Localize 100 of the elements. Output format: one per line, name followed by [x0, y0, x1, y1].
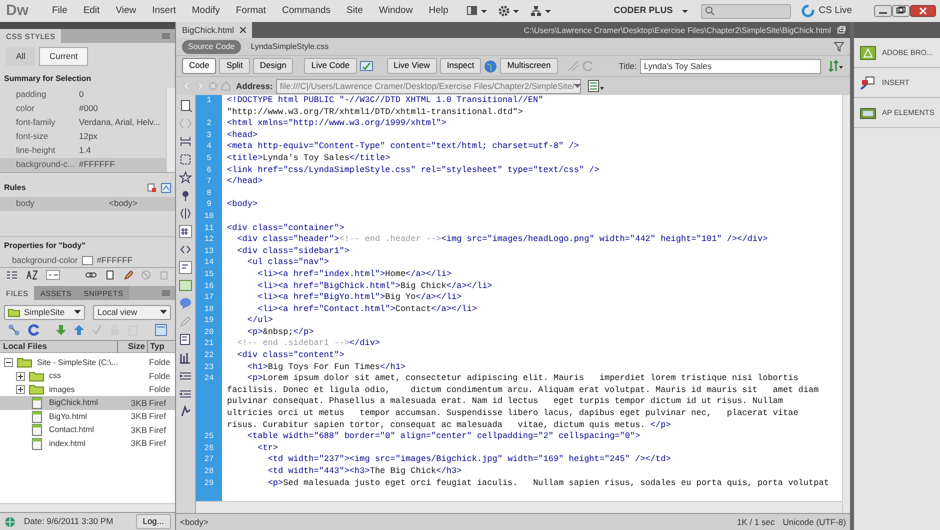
- file-tree-row[interactable]: BigChick.html 3KB Firef: [0, 396, 175, 410]
- star-icon[interactable]: [179, 171, 192, 184]
- caret-icon[interactable]: [680, 7, 689, 15]
- line-number: 3: [206, 130, 212, 142]
- rule-row[interactable]: body <body>: [0, 196, 175, 211]
- code-line: <title>Lynda's Toy Sales</title>: [227, 152, 390, 165]
- file-tree-row[interactable]: images Folde: [0, 382, 175, 396]
- file-tree-row[interactable]: BigYo.html 3KB Firef: [0, 410, 175, 424]
- menu-item[interactable]: Help: [420, 4, 456, 18]
- expander-icon[interactable]: [16, 385, 25, 394]
- options-icon[interactable]: [588, 80, 604, 92]
- live-view-button[interactable]: Live View: [386, 58, 437, 74]
- gear-icon[interactable]: [498, 5, 520, 17]
- restore-icon[interactable]: [892, 5, 910, 17]
- minimize-icon[interactable]: [874, 5, 892, 17]
- menu-item[interactable]: Commands: [274, 4, 339, 18]
- property-row[interactable]: font-family Verdana, Arial, Helv...: [0, 116, 166, 130]
- document-icon[interactable]: [179, 99, 192, 112]
- document-tab[interactable]: BigChick.html: [176, 22, 252, 38]
- property-row[interactable]: font-size 12px: [0, 130, 166, 144]
- close-icon[interactable]: [910, 5, 936, 17]
- title-label: Title:: [618, 60, 637, 72]
- scrollbar[interactable]: [166, 88, 175, 172]
- image-icon[interactable]: [179, 279, 192, 292]
- menu-item[interactable]: Format: [228, 4, 274, 18]
- cs-live-button[interactable]: CS Live: [814, 4, 860, 18]
- layout-icon[interactable]: [466, 5, 488, 17]
- panel-menu-icon[interactable]: [161, 32, 171, 40]
- link-icon[interactable]: [85, 270, 97, 280]
- related-file-tab[interactable]: Source Code: [182, 40, 241, 54]
- angle-brackets-icon[interactable]: [179, 243, 192, 256]
- property-row[interactable]: color #000: [0, 102, 166, 116]
- site-select[interactable]: SimpleSite: [4, 304, 86, 320]
- bars-icon[interactable]: [179, 351, 192, 364]
- column-header[interactable]: Typ: [148, 340, 175, 353]
- menu-item[interactable]: View: [108, 4, 144, 18]
- scrollbar[interactable]: [0, 503, 175, 512]
- file-tree-row[interactable]: index.html 3KB Firef: [0, 436, 175, 450]
- ring-icon[interactable]: [800, 4, 815, 18]
- expander-icon[interactable]: [4, 358, 13, 367]
- code-line: <p>Sed malesuada justo eget orci feugiat iaculis. Nullam sapien risus, sodales eu porta quis, porta volutpat: [266, 478, 829, 490]
- property-row[interactable]: line-height 1.4: [0, 144, 166, 158]
- tag-selector[interactable]: <body>: [180, 516, 208, 528]
- caret-icon: [74, 309, 82, 316]
- menu-item[interactable]: Insert: [144, 4, 184, 18]
- file-icon: [29, 397, 45, 409]
- multiscreen-button[interactable]: Multiscreen: [500, 58, 558, 74]
- related-file-tab[interactable]: LyndaSimpleStyle.css: [244, 40, 335, 54]
- mode-tab[interactable]: Current: [39, 47, 88, 66]
- globe-icon[interactable]: [484, 60, 498, 72]
- menu-item[interactable]: Edit: [75, 4, 108, 18]
- menu-item[interactable]: Modify: [184, 4, 228, 18]
- color-swatch[interactable]: [82, 256, 93, 266]
- globe-icon[interactable]: [4, 516, 16, 528]
- view-icon[interactable]: [161, 182, 171, 193]
- menu-item[interactable]: Site: [338, 4, 371, 18]
- refresh-icon[interactable]: [28, 324, 40, 336]
- property-row[interactable]: background-c... #FFFFFF: [0, 158, 166, 172]
- filter-icon[interactable]: [834, 42, 844, 52]
- scrollbar[interactable]: [196, 501, 842, 513]
- inspect-button[interactable]: Inspect: [440, 58, 482, 74]
- view-button[interactable]: Split: [219, 58, 250, 74]
- code-line: <meta http-equiv="Content-Type" content="text/html; charset=utf-8" />: [227, 141, 579, 153]
- code-editor[interactable]: [196, 95, 842, 513]
- view-button[interactable]: Design: [252, 58, 294, 74]
- file-tree-row[interactable]: Site - SimpleSite (C:\... Folde: [0, 356, 175, 370]
- scrollbar[interactable]: [842, 95, 850, 513]
- category-view-icon[interactable]: [6, 270, 18, 280]
- sort-icon[interactable]: [26, 270, 38, 280]
- hierarchy-icon[interactable]: [530, 5, 552, 17]
- panel-menu-icon[interactable]: [161, 288, 171, 297]
- line-number: 4: [206, 141, 212, 153]
- live-code-button[interactable]: Live Code: [304, 58, 357, 74]
- pencil-icon[interactable]: [123, 270, 133, 280]
- log-button[interactable]: Log...: [136, 514, 171, 530]
- title-field[interactable]: Lynda's Toy Sales: [640, 58, 821, 74]
- property-name: color: [16, 102, 36, 116]
- file-tree-row[interactable]: Contact.html 3KB Firef: [0, 423, 175, 437]
- file-tree-row[interactable]: css Folde: [0, 369, 175, 383]
- menu-item[interactable]: Window: [370, 4, 421, 18]
- tag-hash-icon[interactable]: [179, 225, 192, 238]
- mode-tab[interactable]: All: [6, 47, 36, 66]
- split-brackets-icon[interactable]: [179, 207, 192, 220]
- browser-check-icon[interactable]: [360, 60, 376, 72]
- search-field[interactable]: [700, 4, 791, 18]
- connect-icon[interactable]: [8, 324, 20, 336]
- expander-icon[interactable]: [16, 372, 25, 380]
- view-button[interactable]: Code: [182, 58, 216, 74]
- code-line: <ul class="nav">: [246, 257, 330, 269]
- address-field[interactable]: file:///C|/Users/Lawrence Cramer/Desktop/Exercise Files/Chapter2/SimpleSite/: [276, 78, 581, 94]
- check-icon[interactable]: [92, 324, 102, 336]
- close-icon[interactable]: [240, 27, 246, 33]
- menu-item[interactable]: File: [44, 4, 76, 18]
- workspace-switcher[interactable]: CODER PLUS: [606, 4, 681, 18]
- code-line: <!-- end .sidebar1 --></div>: [236, 338, 380, 350]
- view-select[interactable]: Local view: [93, 304, 171, 320]
- property-row[interactable]: padding 0: [0, 88, 166, 102]
- new-document-icon[interactable]: [105, 270, 115, 280]
- up-arrow-icon[interactable]: [74, 324, 84, 336]
- file-management-icon[interactable]: [828, 60, 844, 72]
